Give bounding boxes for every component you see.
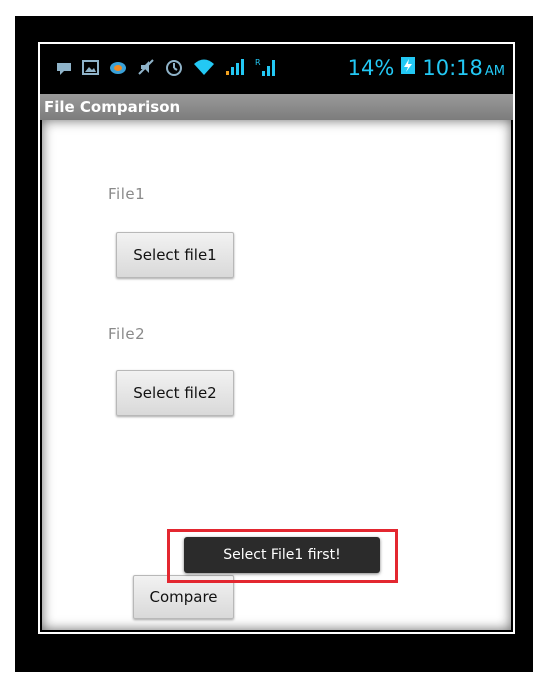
alarm-icon [165, 58, 183, 80]
signal-icon [225, 58, 245, 80]
message-icon [56, 60, 72, 79]
select-file1-button[interactable]: Select file1 [116, 232, 234, 278]
wifi-icon [193, 58, 215, 80]
mute-icon [137, 58, 155, 80]
status-icons: R [56, 58, 277, 80]
file1-label: File1 [108, 185, 146, 203]
battery-icon [400, 55, 416, 80]
toast-message: Select File1 first! [184, 537, 380, 573]
app-icon [109, 59, 127, 79]
battery-percent: 14% [347, 55, 395, 80]
clock-hours: 10:18 [422, 55, 483, 80]
image-icon [82, 59, 99, 79]
file2-label: File2 [108, 325, 146, 343]
app-title: File Comparison [44, 98, 181, 116]
clock-time: 10:18 AM [422, 56, 505, 80]
select-file2-button[interactable]: Select file2 [116, 370, 234, 416]
svg-text:R: R [255, 58, 261, 67]
clock-ampm: AM [484, 63, 505, 79]
status-right: 14% 10:18 AM [348, 55, 505, 80]
status-bar: R 14% 10:18 AM [40, 44, 513, 94]
app-title-bar: File Comparison [40, 94, 513, 120]
signal-r-icon: R [255, 57, 277, 81]
